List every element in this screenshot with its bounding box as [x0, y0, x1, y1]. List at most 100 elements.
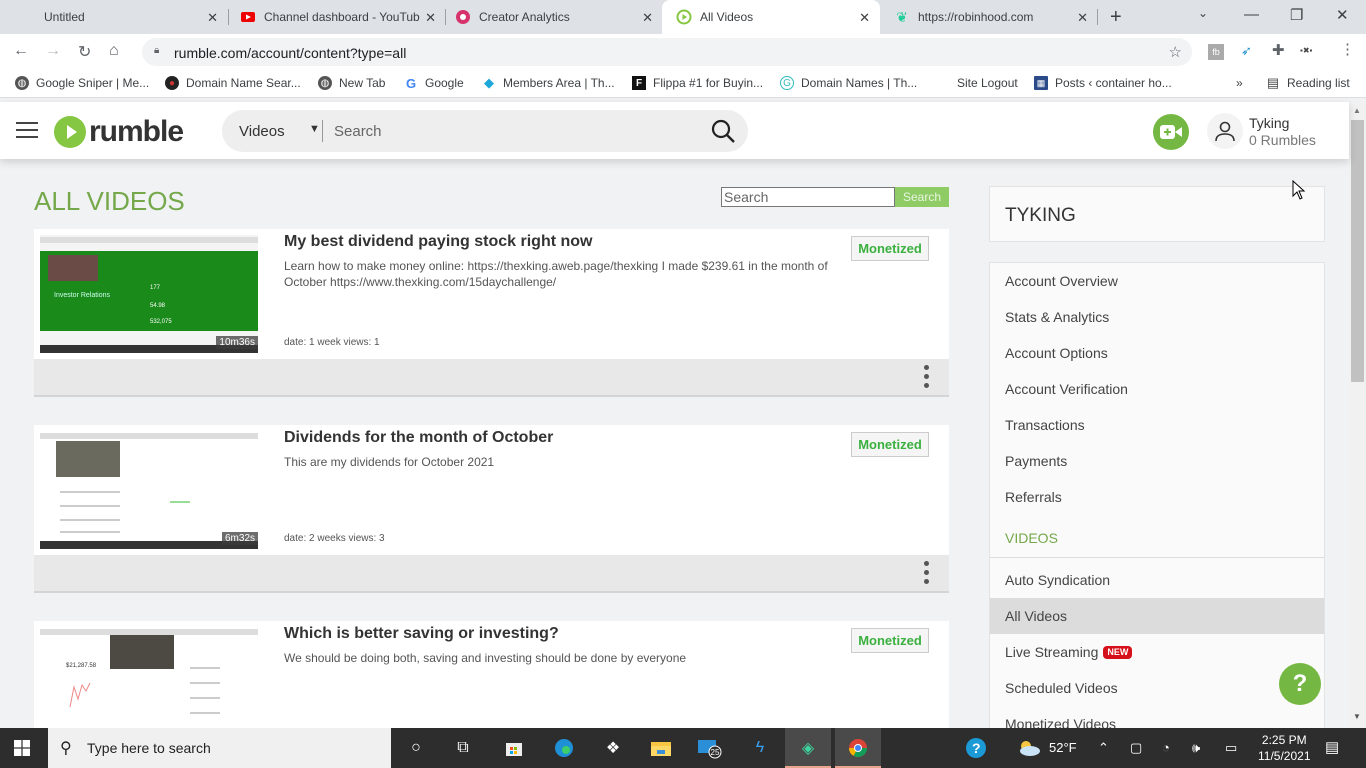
forward-icon[interactable]: →	[45, 42, 61, 60]
bookmark-google-sniper[interactable]: ◍ Google Sniper | Me...	[15, 76, 149, 90]
sidebar-item-auto-syndication[interactable]: Auto Syndication	[990, 562, 1324, 598]
sidebar-item-all-videos[interactable]: All Videos	[990, 598, 1324, 634]
extensions-puzzle-icon[interactable]: ✚	[1272, 41, 1285, 59]
show-hidden-icons-chevron-icon[interactable]: ⌃	[1098, 740, 1109, 756]
meet-now-icon[interactable]: ▢	[1130, 740, 1142, 756]
bookmark-star-icon[interactable]: ☆	[1169, 43, 1182, 61]
wifi-icon[interactable]: ◔	[1162, 740, 1170, 755]
scroll-down-arrow-icon[interactable]: ▼	[1353, 712, 1361, 721]
bookmarks-overflow-button[interactable]: »	[1236, 76, 1243, 90]
domain-icon: ●	[165, 76, 179, 90]
user-avatar[interactable]	[1207, 113, 1243, 149]
extension-bird-icon[interactable]: ➶	[1241, 43, 1252, 59]
bookmark-members-area[interactable]: ◆ Members Area | Th...	[482, 75, 615, 90]
video-thumbnail[interactable]: 6m32s	[40, 431, 258, 549]
close-tab-icon[interactable]: ✕	[1077, 10, 1088, 26]
browser-menu-icon[interactable]: ⋮	[1340, 40, 1355, 58]
sidebar-item-account-overview[interactable]: Account Overview	[990, 263, 1324, 299]
more-options-icon[interactable]	[922, 365, 930, 391]
close-tab-icon[interactable]: ✕	[859, 10, 870, 26]
video-thumbnail[interactable]: $21,287.58	[40, 627, 258, 728]
bookmark-new-tab[interactable]: ◍ New Tab	[318, 76, 385, 90]
extension-fb-icon[interactable]: fb	[1208, 44, 1224, 60]
bookmark-domain-names[interactable]: G Domain Names | Th...	[780, 76, 917, 90]
sidebar-item-live-streaming[interactable]: Live Streaming NEW	[990, 634, 1324, 670]
tab-creator-analytics[interactable]: Creator Analytics ✕	[441, 0, 663, 34]
page-scrollbar[interactable]: ▲ ▼	[1349, 102, 1366, 728]
search-icon[interactable]	[710, 118, 736, 144]
mail-icon[interactable]: 25	[698, 736, 722, 760]
hamburger-menu-icon[interactable]	[16, 122, 38, 138]
sidebar-item-transactions[interactable]: Transactions	[990, 407, 1324, 443]
video-thumbnail[interactable]: Investor Relations 177 54.98 532,075 10m…	[40, 235, 258, 353]
members-icon: ◆	[484, 75, 494, 90]
video-title[interactable]: Which is better saving or investing?	[284, 625, 559, 643]
sidebar-item-account-options[interactable]: Account Options	[990, 335, 1324, 371]
close-tab-icon[interactable]: ✕	[425, 10, 436, 26]
chevron-down-icon[interactable]: ▼	[309, 123, 320, 135]
file-explorer-icon[interactable]	[649, 736, 673, 760]
task-view-icon[interactable]: ⧉	[451, 736, 475, 760]
filmora-icon[interactable]: ◈	[796, 736, 820, 760]
monetized-badge: Monetized	[851, 432, 929, 457]
sidebar-item-referrals[interactable]: Referrals	[990, 479, 1324, 515]
app-lightning-icon[interactable]: ϟ	[748, 736, 772, 760]
volume-icon[interactable]: 🕪︎	[1192, 740, 1200, 756]
bookmark-domain-name-search[interactable]: ● Domain Name Sear...	[165, 76, 301, 90]
microsoft-store-icon[interactable]	[502, 736, 526, 760]
extension-logo-icon[interactable]: ▪✖▪	[1300, 46, 1312, 55]
bookmark-label: New Tab	[339, 76, 386, 90]
bookmark-flippa[interactable]: F Flippa #1 for Buyin...	[632, 76, 763, 90]
cortana-icon[interactable]: ○	[404, 736, 428, 760]
username[interactable]: Tyking	[1249, 115, 1289, 131]
weather-cloud-icon[interactable]	[1017, 736, 1041, 760]
sidebar-item-payments[interactable]: Payments	[990, 443, 1324, 479]
battery-icon[interactable]: ▭	[1225, 740, 1237, 756]
tab-robinhood[interactable]: ❦ https://robinhood.com ✕	[880, 0, 1098, 34]
search-category-select[interactable]: Videos	[239, 123, 285, 140]
bookmark-posts[interactable]: ▦ Posts ‹ container ho...	[1034, 76, 1172, 90]
tab-youtube[interactable]: Channel dashboard - YouTub ✕	[226, 0, 446, 34]
bookmark-site-logout[interactable]: Site Logout	[957, 76, 1018, 90]
weather-temperature[interactable]: 52°F	[1049, 740, 1077, 755]
sidebar-item-scheduled-videos[interactable]: Scheduled Videos	[990, 670, 1324, 706]
edge-icon[interactable]	[552, 736, 576, 760]
home-icon[interactable]: ⌂	[109, 42, 119, 60]
rumble-logo[interactable]: rumble	[54, 115, 184, 149]
taskbar-search-box[interactable]: ⚲ Type here to search	[48, 728, 391, 768]
mail-badge-count: 25	[711, 748, 720, 757]
reload-icon[interactable]: ↻	[78, 42, 91, 62]
scrollbar-thumb[interactable]	[1351, 120, 1364, 382]
sidebar-section-videos: VIDEOS	[990, 518, 1324, 558]
bookmark-google[interactable]: G Google	[404, 76, 464, 91]
site-search-input[interactable]: Search	[334, 123, 382, 140]
help-tray-icon[interactable]: ?	[964, 736, 988, 760]
scroll-up-arrow-icon[interactable]: ▲	[1353, 106, 1361, 115]
windows-start-icon[interactable]	[14, 740, 30, 756]
videos-search-button[interactable]: Search	[895, 187, 949, 207]
minimize-button[interactable]: —	[1244, 6, 1259, 23]
tab-untitled[interactable]: Untitled ✕	[30, 0, 228, 34]
notifications-icon[interactable]: ▤	[1325, 738, 1339, 756]
new-tab-button[interactable]: +	[1110, 6, 1122, 29]
upload-video-button[interactable]	[1153, 114, 1189, 150]
close-tab-icon[interactable]: ✕	[207, 10, 218, 26]
address-bar[interactable]: 🔒︎ rumble.com/account/content?type=all ☆	[142, 38, 1192, 66]
reading-list-button[interactable]: ▤ Reading list	[1266, 75, 1350, 90]
dropbox-icon[interactable]: ❖	[601, 736, 625, 760]
system-clock[interactable]: 2:25 PM 11/5/2021	[1258, 732, 1311, 764]
sidebar-item-stats-analytics[interactable]: Stats & Analytics	[990, 299, 1324, 335]
restore-button[interactable]: ❐	[1290, 6, 1303, 24]
more-options-icon[interactable]	[922, 561, 930, 587]
close-window-button[interactable]: ✕	[1336, 6, 1349, 24]
sidebar-item-account-verification[interactable]: Account Verification	[990, 371, 1324, 407]
help-button[interactable]: ?	[1279, 663, 1321, 705]
video-title[interactable]: My best dividend paying stock right now	[284, 233, 592, 251]
video-title[interactable]: Dividends for the month of October	[284, 429, 553, 447]
back-icon[interactable]: ←	[13, 42, 29, 60]
tab-search-icon[interactable]: ⌄	[1198, 6, 1208, 20]
close-tab-icon[interactable]: ✕	[642, 10, 653, 26]
videos-search-input[interactable]: Search	[721, 187, 895, 207]
tab-all-videos[interactable]: All Videos ✕	[662, 0, 880, 34]
chrome-icon[interactable]	[846, 736, 870, 760]
